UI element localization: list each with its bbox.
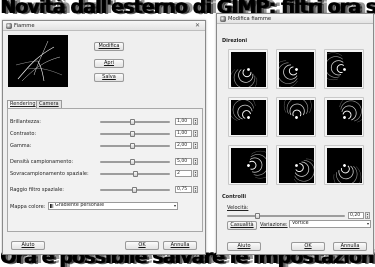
flame-thumb-preview: [278, 51, 314, 87]
flame-swirl-icon: [293, 158, 314, 183]
flame-swirl-icon: [230, 67, 257, 87]
contrast-stepper[interactable]: ▴ ▾: [193, 130, 198, 137]
speed-slider[interactable]: [227, 215, 345, 217]
direction-thumb-center[interactable]: [276, 97, 316, 137]
speed-input[interactable]: 0,20: [348, 212, 364, 219]
filter-radius-slider-handle[interactable]: [131, 187, 137, 193]
variation-value: Vortice: [292, 221, 309, 226]
ok-button[interactable]: OK: [125, 241, 159, 250]
gimp-icon: [6, 23, 12, 29]
filter-radius-input[interactable]: 0,75: [175, 186, 192, 193]
direction-thumb-sw[interactable]: [228, 145, 268, 185]
chevron-down-icon: ▾: [366, 221, 369, 226]
speed-label: Velocità:: [227, 205, 249, 211]
gamma-input[interactable]: 2,00: [175, 142, 192, 149]
flame-swirl-icon: [230, 99, 256, 121]
edit-flame-title: Modifica fiamme: [228, 16, 272, 22]
flame-swirl-icon: [246, 150, 266, 178]
flame-swirl-icon: [338, 99, 362, 122]
flame-thumb-preview: [230, 99, 266, 135]
direction-thumb-nw[interactable]: [228, 49, 268, 89]
directions-heading: Direzioni: [222, 38, 248, 44]
tab-camera[interactable]: Camera: [36, 100, 62, 108]
help-button[interactable]: Aiuto: [227, 242, 261, 251]
direction-thumb-n[interactable]: [276, 49, 316, 89]
variation-select[interactable]: Vortice ▾: [289, 220, 371, 228]
filter-radius-label: Raggio filtro spaziale:: [10, 187, 64, 193]
speed-slider-handle[interactable]: [254, 213, 260, 219]
colormap-value: Gradiente personale: [55, 203, 105, 208]
flame-swirl-icon: [278, 60, 298, 87]
cancel-button[interactable]: Annulla: [333, 242, 367, 251]
help-button[interactable]: Aiuto: [11, 241, 45, 250]
flame-preview-art: [15, 40, 63, 82]
flame-thumb-preview: [326, 51, 362, 87]
edit-button[interactable]: Modifica: [94, 42, 124, 51]
gamma-label: Gamma:: [10, 143, 32, 149]
flame-dialog: Fiamme ✕ Modifica Apri Salva Rendering C…: [2, 20, 206, 255]
edit-flame-dialog: Modifica fiamme Direzioni Controlli Velo…: [216, 13, 374, 255]
contrast-slider[interactable]: [100, 133, 170, 135]
direction-grid: [228, 49, 364, 185]
variation-label: Variazione:: [260, 222, 288, 228]
sample-density-stepper[interactable]: ▴ ▾: [193, 158, 198, 165]
brightness-stepper[interactable]: ▴ ▾: [193, 118, 198, 125]
brightness-input[interactable]: 1,00: [175, 118, 192, 125]
contrast-input[interactable]: 1,00: [175, 130, 192, 137]
ok-button[interactable]: OK: [291, 242, 325, 251]
sample-density-label: Densità campionamento:: [10, 159, 74, 165]
close-icon[interactable]: ✕: [195, 21, 200, 31]
sample-density-slider[interactable]: [100, 161, 170, 163]
edit-flame-titlebar[interactable]: Modifica fiamme: [217, 14, 373, 24]
direction-thumb-se[interactable]: [324, 145, 364, 185]
spatial-oversample-slider-handle[interactable]: [133, 171, 138, 177]
spatial-oversample-stepper[interactable]: ▴ ▾: [193, 170, 198, 177]
cancel-button[interactable]: Annulla: [163, 241, 197, 250]
flame-thumb-preview: [278, 99, 314, 135]
spatial-oversample-input[interactable]: 2: [175, 170, 192, 177]
gimp-icon: [220, 16, 226, 22]
colormap-select[interactable]: Gradiente personale ▾: [48, 202, 178, 210]
flame-swirl-icon: [283, 99, 311, 119]
open-button[interactable]: Apri: [94, 59, 124, 68]
randomize-button[interactable]: Casualità: [227, 221, 257, 230]
gamma-slider[interactable]: [100, 145, 170, 147]
save-button[interactable]: Salva: [94, 73, 124, 82]
direction-thumb-w[interactable]: [228, 97, 268, 137]
contrast-label: Contrasto:: [10, 131, 37, 137]
direction-thumb-e[interactable]: [324, 97, 364, 137]
gamma-slider-handle[interactable]: [129, 143, 135, 149]
gradient-swatch-icon: [50, 204, 54, 208]
flame-thumb-preview: [230, 51, 266, 87]
gamma-stepper[interactable]: ▴ ▾: [193, 142, 198, 149]
rendering-panel: Brillantezza: 1,00 ▴ ▾ Contrasto: 1,00 ▴ ▾…: [7, 108, 203, 232]
flame-thumb-preview: [230, 147, 266, 183]
flame-thumb-preview: [278, 147, 314, 183]
spatial-oversample-label: Sovracampionamento spaziale:: [10, 171, 89, 177]
brightness-label: Brillantezza:: [10, 119, 41, 125]
flame-dialog-title: Fiamme: [14, 23, 35, 29]
flame-swirl-icon: [333, 163, 361, 183]
direction-thumb-s[interactable]: [276, 145, 316, 185]
flame-thumb-preview: [326, 99, 362, 135]
sample-density-input[interactable]: 5,00: [175, 158, 192, 165]
colormap-label: Mappa colore:: [10, 204, 46, 210]
direction-thumb-ne[interactable]: [324, 49, 364, 89]
filter-radius-stepper[interactable]: ▴ ▾: [193, 186, 198, 193]
controls-heading: Controlli: [222, 194, 247, 200]
sample-density-slider-handle[interactable]: [129, 159, 135, 165]
speed-stepper[interactable]: ▴ ▾: [365, 212, 370, 219]
contrast-slider-handle[interactable]: [129, 131, 135, 137]
brightness-slider-handle[interactable]: [129, 119, 135, 125]
flame-preview: [8, 35, 68, 87]
brightness-slider[interactable]: [100, 121, 170, 123]
flame-dialog-titlebar[interactable]: Fiamme ✕: [3, 21, 205, 31]
flame-thumb-preview: [326, 147, 362, 183]
chevron-down-icon: ▾: [173, 203, 176, 208]
tab-rendering[interactable]: Rendering: [7, 100, 39, 108]
flame-swirl-icon: [326, 51, 346, 80]
